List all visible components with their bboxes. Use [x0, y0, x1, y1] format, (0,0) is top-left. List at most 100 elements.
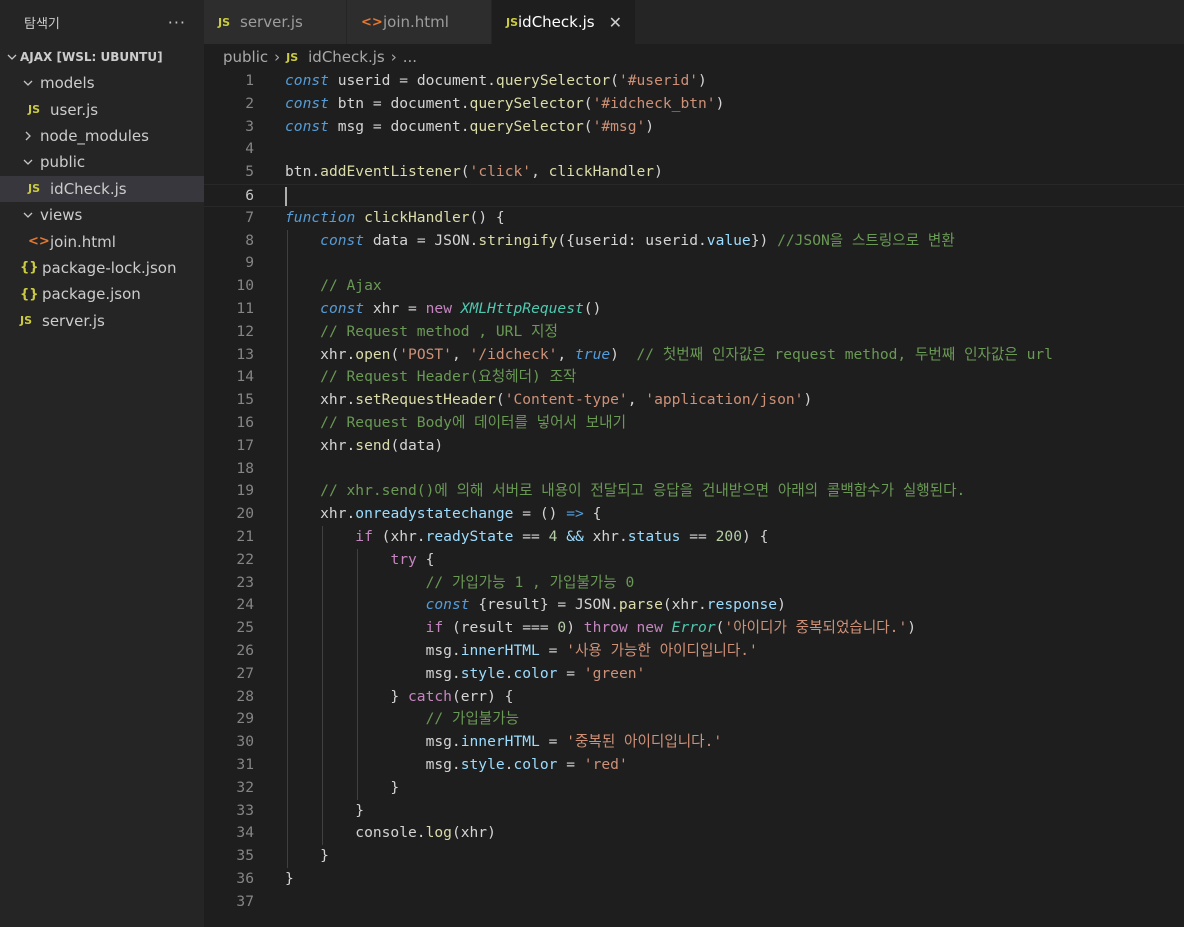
line-number: 25 — [236, 619, 254, 637]
tree-item-models[interactable]: models — [0, 70, 204, 96]
line-number: 1 — [245, 72, 254, 89]
js-file-icon: JS — [286, 50, 299, 64]
tab-idcheck-js[interactable]: JS idCheck.js ✕ — [492, 0, 636, 44]
tree-item-label: server.js — [42, 311, 105, 330]
code-line[interactable]: 37 — [204, 891, 1184, 914]
code-line[interactable]: 11 const xhr = new XMLHttpRequest() — [204, 298, 1184, 321]
tree-item-node-modules[interactable]: node_modules — [0, 123, 204, 149]
tab-server-js[interactable]: JS server.js — [204, 0, 347, 44]
tree-item-label: package-lock.json — [42, 258, 177, 277]
code-line[interactable]: 35 } — [204, 845, 1184, 868]
code-line[interactable]: 28 } catch(err) { — [204, 686, 1184, 709]
code-line[interactable]: 33 } — [204, 800, 1184, 823]
line-number: 19 — [236, 482, 254, 500]
code-line[interactable]: 9 — [204, 252, 1184, 275]
line-number: 12 — [236, 322, 254, 340]
js-file-icon: JS — [506, 15, 519, 29]
js-file-icon: JS — [218, 15, 231, 29]
code-line[interactable]: 31 msg.style.color = 'red' — [204, 754, 1184, 777]
code-line[interactable]: 27 msg.style.color = 'green' — [204, 663, 1184, 686]
more-actions-icon[interactable]: ··· — [168, 13, 186, 32]
code-text: // xhr.send()에 의해 서버로 내용이 전달되고 응답을 건내받으면… — [320, 482, 966, 500]
code-line[interactable]: 14 // Request Header(요청헤더) 조작 — [204, 366, 1184, 389]
line-number: 36 — [236, 870, 254, 887]
code-line[interactable]: 22 try { — [204, 549, 1184, 572]
code-line[interactable]: 20 xhr.onreadystatechange = () => { — [204, 503, 1184, 526]
line-number: 32 — [236, 778, 254, 796]
line-number: 30 — [236, 733, 254, 751]
code-line[interactable]: 18 — [204, 458, 1184, 481]
breadcrumb-file[interactable]: idCheck.js — [308, 48, 385, 66]
code-line[interactable]: 1 const userid = document.querySelector('… — [204, 70, 1184, 93]
line-number: 33 — [236, 801, 254, 819]
code-text: const xhr = new XMLHttpRequest() — [320, 300, 602, 317]
tree-item-views[interactable]: views — [0, 202, 204, 228]
code-line[interactable]: 10 // Ajax — [204, 275, 1184, 298]
code-line[interactable]: 16 // Request Body에 데이터를 넣어서 보내기 — [204, 412, 1184, 435]
breadcrumb-folder[interactable]: public — [223, 48, 268, 66]
tree-item-package-json[interactable]: {} package.json — [0, 281, 204, 307]
code-line[interactable]: 36} — [204, 868, 1184, 891]
code-line[interactable]: 2 const btn = document.querySelector('#id… — [204, 93, 1184, 116]
tree-item-package-lock-json[interactable]: {} package-lock.json — [0, 255, 204, 281]
code-line[interactable]: 3 const msg = document.querySelector('#ms… — [204, 116, 1184, 139]
file-tree: models JS user.js node_modules public JS idChe… — [0, 70, 204, 334]
code-line[interactable]: 19 // xhr.send()에 의해 서버로 내용이 전달되고 응답을 건내… — [204, 480, 1184, 503]
line-number: 27 — [236, 664, 254, 682]
line-number: 26 — [236, 642, 254, 659]
code-text: // Request Body에 데이터를 넣어서 보내기 — [320, 414, 626, 431]
editor-tabs: JS server.js <> join.html JS idCheck.js ✕ — [204, 0, 1184, 44]
js-file-icon: JS — [28, 182, 41, 196]
line-number: 31 — [236, 756, 254, 773]
code-line[interactable]: 12 // Request method , URL 지정 — [204, 321, 1184, 344]
code-line[interactable]: 17 xhr.send(data) — [204, 435, 1184, 458]
code-line[interactable]: 24 const {result} = JSON.parse(xhr.respo… — [204, 594, 1184, 617]
code-line[interactable]: 5 btn.addEventListener('click', clickHand… — [204, 161, 1184, 184]
tree-item-join-html[interactable]: <> join.html — [0, 228, 204, 254]
code-text: if (xhr.readyState == 4 && xhr.status ==… — [355, 528, 769, 545]
code-text: } — [285, 870, 294, 887]
line-number: 4 — [245, 140, 254, 158]
code-line[interactable]: 15 xhr.setRequestHeader('Content-type', … — [204, 389, 1184, 412]
code-line[interactable]: 30 msg.innerHTML = '중복된 아이디입니다.' — [204, 731, 1184, 754]
line-number: 34 — [236, 824, 254, 842]
code-line[interactable]: 32 } — [204, 777, 1184, 800]
code-text: xhr.open('POST', '/idcheck', true) // 첫번… — [285, 345, 1053, 363]
code-line[interactable]: 13 xhr.open('POST', '/idcheck', true) //… — [204, 344, 1184, 367]
code-line[interactable]: 6 — [204, 184, 1184, 207]
code-line[interactable]: 7 function clickHandler() { — [204, 207, 1184, 230]
chevron-down-icon — [20, 76, 36, 91]
code-text: const btn = document.querySelector('#idc… — [285, 94, 725, 112]
line-number: 28 — [236, 687, 254, 705]
tree-item-user-js[interactable]: JS user.js — [0, 96, 204, 122]
breadcrumb-symbol[interactable]: ... — [403, 48, 417, 66]
line-number: 2 — [245, 94, 254, 112]
code-editor[interactable]: 1 const userid = document.querySelector('… — [204, 70, 1184, 927]
code-line[interactable]: 25 if (result === 0) throw new Error('아이… — [204, 617, 1184, 640]
code-line[interactable]: 23 // 가입가능 1 , 가입불가능 0 — [204, 572, 1184, 595]
line-number: 14 — [236, 368, 254, 386]
close-icon[interactable]: ✕ — [609, 13, 622, 32]
code-line[interactable]: 21 if (xhr.readyState == 4 && xhr.status… — [204, 526, 1184, 549]
tree-item-server-js[interactable]: JS server.js — [0, 308, 204, 334]
line-number: 35 — [236, 847, 254, 865]
code-text: } — [285, 801, 365, 819]
workspace-section[interactable]: AJAX [WSL: UBUNTU] — [0, 44, 204, 70]
code-line[interactable]: 29 // 가입불가능 — [204, 708, 1184, 731]
code-line[interactable]: 4 — [204, 138, 1184, 161]
code-text — [285, 185, 287, 208]
code-line[interactable]: 34 console.log(xhr) — [204, 822, 1184, 845]
breadcrumb: public › JS idCheck.js › ... — [204, 44, 1184, 70]
code-line[interactable]: 8 const data = JSON.stringify({userid: u… — [204, 230, 1184, 253]
json-file-icon: {} — [20, 260, 39, 276]
line-number: 13 — [236, 345, 254, 363]
tree-item-label: idCheck.js — [50, 179, 127, 198]
code-text: xhr.setRequestHeader('Content-type', 'ap… — [285, 391, 813, 409]
tree-item-idcheck-js[interactable]: JS idCheck.js — [0, 175, 204, 202]
js-file-icon: JS — [20, 314, 33, 328]
code-line[interactable]: 26 msg.innerHTML = '사용 가능한 아이디입니다.' — [204, 640, 1184, 663]
explorer-sidebar: 탐색기 ··· AJAX [WSL: UBUNTU] models JS user.… — [0, 0, 204, 927]
chevron-right-icon: › — [390, 48, 397, 66]
tab-join-html[interactable]: <> join.html — [347, 0, 492, 44]
tree-item-public[interactable]: public — [0, 149, 204, 175]
